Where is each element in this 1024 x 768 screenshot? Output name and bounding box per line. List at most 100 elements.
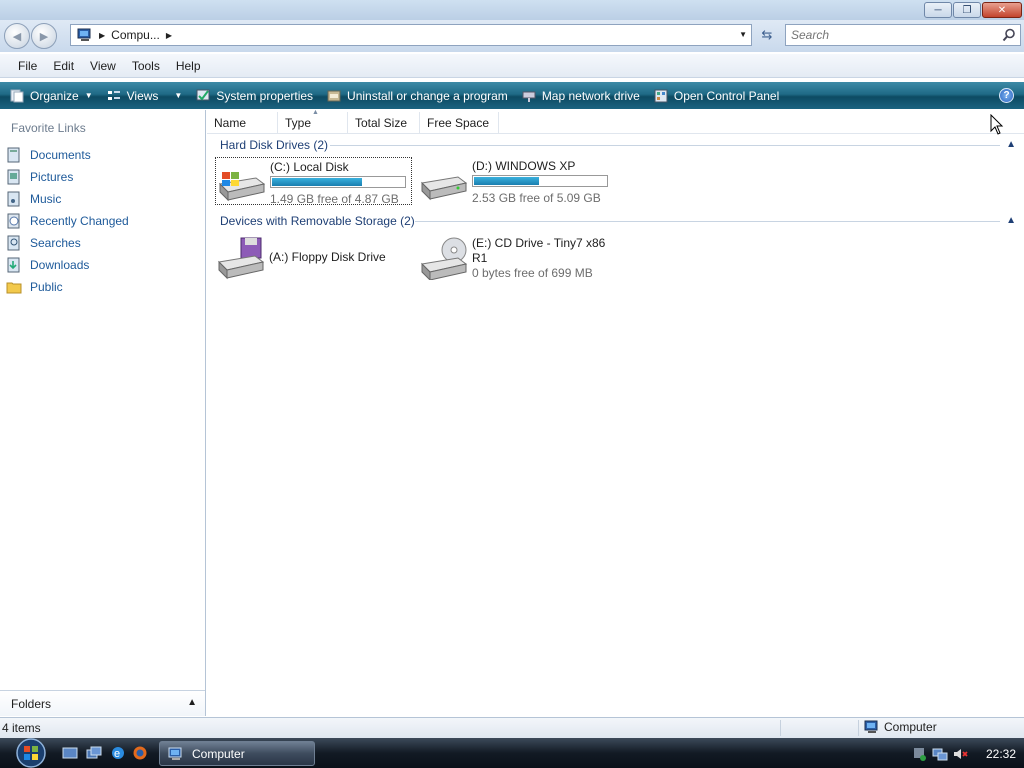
group-divider <box>415 221 1000 222</box>
maximize-button[interactable]: ❐ <box>953 2 981 18</box>
search-icon[interactable] <box>1002 28 1016 42</box>
search-input[interactable] <box>791 28 991 42</box>
command-bar: Organize ▼ Views ▼ System properties Uni… <box>0 82 1024 109</box>
sidebar-item-label: Recently Changed <box>30 214 129 228</box>
map-network-drive-button[interactable]: Map network drive <box>522 82 640 109</box>
chevron-down-icon: ▼ <box>84 91 93 100</box>
network-drive-icon <box>522 91 536 102</box>
views-button[interactable]: Views ▼ <box>107 82 182 109</box>
menu-file[interactable]: File <box>18 59 37 73</box>
drive-free-space: 1.49 GB free of 4.87 GB <box>270 192 399 206</box>
collapse-group-icon[interactable]: ▲ <box>1006 215 1016 226</box>
taskbar-item-computer[interactable]: Computer <box>159 741 315 766</box>
column-header-total-size[interactable]: Total Size <box>348 112 420 134</box>
menu-help[interactable]: Help <box>176 59 201 73</box>
organize-icon <box>10 89 24 102</box>
sidebar-item-pictures[interactable]: Pictures <box>6 166 129 188</box>
status-location: Computer <box>864 720 937 734</box>
drive-c-tile[interactable]: (C:) Local Disk 1.49 GB free of 4.87 GB <box>215 157 412 206</box>
system-properties-label: System properties <box>216 88 314 103</box>
folders-label: Folders <box>11 696 52 711</box>
sort-ascending-icon: ▲ <box>312 109 319 116</box>
minimize-button[interactable]: ─ <box>924 2 952 18</box>
close-button[interactable]: ✕ <box>982 2 1022 18</box>
organize-button[interactable]: Organize ▼ <box>10 82 93 109</box>
drive-e-tile[interactable]: (E:) CD Drive - Tiny7 x86 R1 0 bytes fre… <box>418 234 615 282</box>
clock[interactable]: 22:32 <box>986 747 1016 761</box>
control-panel-label: Open Control Panel <box>673 88 780 103</box>
sidebar-item-label: Searches <box>30 236 81 250</box>
chevron-up-icon[interactable]: ▲ <box>187 697 197 708</box>
taskbar <box>0 738 1024 768</box>
search-box[interactable] <box>785 24 1021 46</box>
mouse-cursor-icon <box>990 114 1004 135</box>
group-header-removable[interactable]: Devices with Removable Storage (2) <box>220 213 415 229</box>
minimize-icon: ─ <box>934 4 942 16</box>
network-icon[interactable] <box>932 746 948 762</box>
menu-edit[interactable]: Edit <box>53 59 74 73</box>
sidebar-item-label: Music <box>30 192 62 206</box>
address-bar[interactable]: ▶ Compu... ▶ ▼ <box>70 24 752 46</box>
forward-button[interactable]: ▶ <box>31 23 57 49</box>
volume-muted-icon[interactable] <box>952 746 968 762</box>
refresh-button[interactable]: ⇆ <box>756 24 778 46</box>
drive-free-space: 2.53 GB free of 5.09 GB <box>472 191 601 205</box>
uninstall-program-button[interactable]: Uninstall or change a program <box>327 82 508 109</box>
group-header-hard-disks[interactable]: Hard Disk Drives (2) <box>220 137 328 153</box>
views-icon <box>107 90 120 100</box>
help-button[interactable]: ? <box>999 88 1014 103</box>
breadcrumb-arrow-icon[interactable]: ▶ <box>99 31 105 40</box>
security-center-icon[interactable] <box>912 746 928 762</box>
system-properties-icon <box>196 89 210 101</box>
menu-bar: File Edit View Tools Help <box>0 54 1024 78</box>
column-headers: Name ▲ Type Total Size Free Space <box>207 109 1024 134</box>
status-separator <box>858 720 859 736</box>
folders-toggle[interactable]: Folders ▲ <box>0 690 205 716</box>
music-icon <box>7 191 20 207</box>
sidebar-item-music[interactable]: Music <box>6 188 129 210</box>
sidebar-item-searches[interactable]: Searches <box>6 232 129 254</box>
column-label: Type <box>285 116 312 130</box>
navigation-pane: Favorite Links Documents Pictures Music … <box>0 110 206 716</box>
sidebar-item-recently-changed[interactable]: Recently Changed <box>6 210 129 232</box>
navigation-bar: ◀ ▶ ▶ Compu... ▶ ▼ ⇆ <box>0 20 1024 52</box>
sidebar-item-downloads[interactable]: Downloads <box>6 254 129 276</box>
drive-d-tile[interactable]: (D:) WINDOWS XP 2.53 GB free of 5.09 GB <box>418 157 615 205</box>
firefox-icon[interactable] <box>132 745 148 761</box>
internet-explorer-icon[interactable]: e <box>110 745 126 761</box>
public-folder-icon <box>6 282 22 294</box>
pictures-icon <box>7 169 20 185</box>
column-header-name[interactable]: Name <box>207 112 278 134</box>
breadcrumb-computer[interactable]: Compu... <box>111 28 160 42</box>
start-button[interactable] <box>8 737 54 768</box>
svg-text:e: e <box>114 748 120 760</box>
favorite-links-list: Documents Pictures Music Recently Change… <box>6 144 129 298</box>
favorite-links-title: Favorite Links <box>11 121 86 135</box>
cd-drive-icon <box>420 237 468 280</box>
column-header-free-space[interactable]: Free Space <box>420 112 499 134</box>
menu-view[interactable]: View <box>90 59 116 73</box>
show-desktop-icon[interactable] <box>62 745 78 761</box>
column-header-type[interactable]: ▲ Type <box>278 109 348 134</box>
item-count: 4 items <box>2 721 41 735</box>
back-arrow-icon: ◀ <box>12 30 22 43</box>
drive-usage-fill <box>272 178 363 186</box>
recent-icon <box>7 213 20 229</box>
drive-name-line1: (E:) CD Drive - Tiny7 x86 <box>472 236 606 250</box>
system-properties-button[interactable]: System properties <box>196 82 313 109</box>
status-bar: 4 items Computer <box>0 717 1024 738</box>
collapse-group-icon[interactable]: ▲ <box>1006 139 1016 150</box>
downloads-icon <box>7 257 20 273</box>
sidebar-item-label: Downloads <box>30 258 90 272</box>
switch-windows-icon[interactable] <box>86 745 102 761</box>
group-divider <box>330 145 1000 146</box>
drive-a-tile[interactable]: (A:) Floppy Disk Drive <box>215 234 412 282</box>
sidebar-item-documents[interactable]: Documents <box>6 144 129 166</box>
menu-tools[interactable]: Tools <box>132 59 160 73</box>
open-control-panel-button[interactable]: Open Control Panel <box>654 82 779 109</box>
address-dropdown-icon[interactable]: ▼ <box>739 30 747 39</box>
back-button[interactable]: ◀ <box>4 23 30 49</box>
drive-usage-fill <box>474 177 539 185</box>
breadcrumb-arrow-icon[interactable]: ▶ <box>166 31 172 40</box>
sidebar-item-public[interactable]: Public <box>6 276 129 298</box>
